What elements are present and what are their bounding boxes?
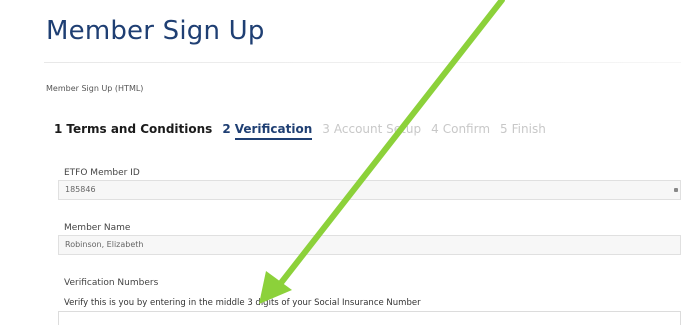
- arrow-icon: [259, 0, 505, 304]
- arrow-shaft: [274, 0, 505, 291]
